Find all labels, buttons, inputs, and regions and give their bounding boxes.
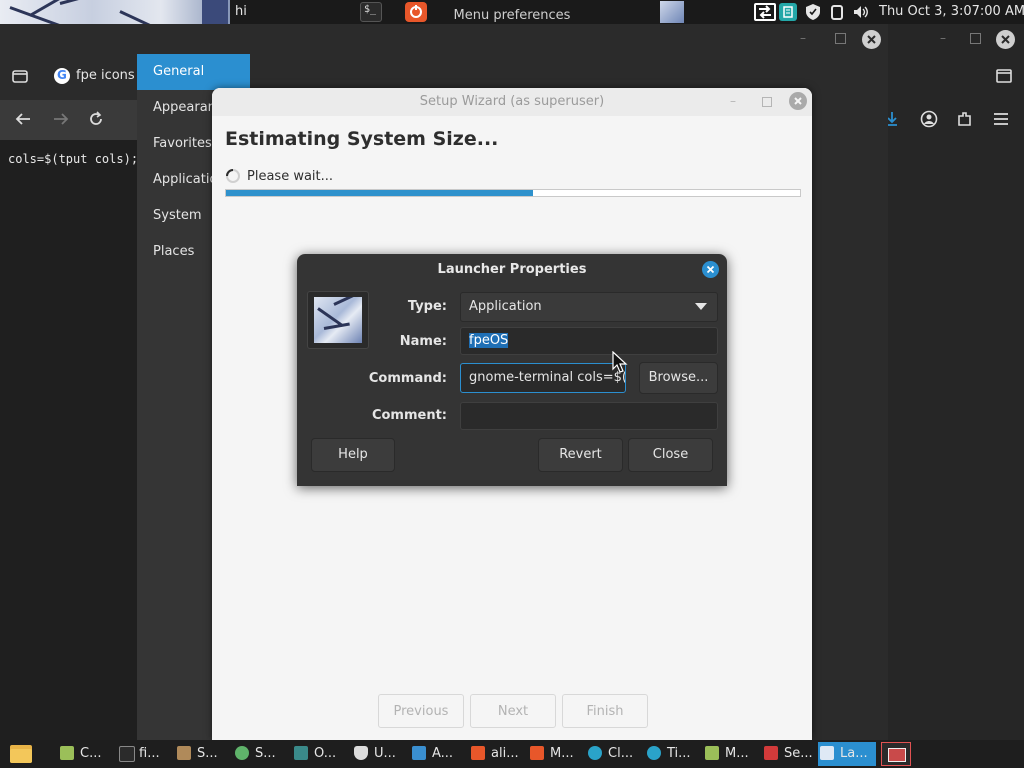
name-input[interactable]: fpeOS <box>460 327 718 355</box>
hamburger-menu-icon[interactable] <box>992 110 1010 128</box>
app-icon <box>705 746 719 760</box>
files-icon[interactable] <box>10 745 32 763</box>
menu-prefs-close-icon[interactable] <box>862 30 881 49</box>
command-value: gnome-terminal cols=$(t <box>469 370 626 385</box>
back-icon[interactable] <box>14 110 32 128</box>
reload-icon[interactable] <box>87 110 105 128</box>
previous-button[interactable]: Previous <box>378 694 464 728</box>
taskbar-item[interactable]: Ti... <box>645 742 697 766</box>
taskbar-item[interactable]: U... <box>352 742 402 766</box>
close-button[interactable]: Close <box>628 438 713 472</box>
menu-preferences-title: Menu preferences <box>453 8 571 23</box>
minimize-icon[interactable]: – <box>800 31 812 47</box>
app-icon <box>764 746 778 760</box>
help-button[interactable]: Help <box>311 438 395 472</box>
window-icon <box>820 746 834 760</box>
taskbar-item[interactable]: Se... <box>762 742 814 766</box>
terminal-area <box>0 140 137 740</box>
finish-button[interactable]: Finish <box>562 694 648 728</box>
comment-input[interactable] <box>460 402 718 430</box>
taskbar-item[interactable]: Cl... <box>586 742 638 766</box>
app-icon <box>235 746 249 760</box>
maximize-icon[interactable] <box>835 33 846 44</box>
taskbar: C... fi... S... S... O... U... A... ali.… <box>0 740 1024 768</box>
shield-icon <box>354 746 368 760</box>
name-label: Name: <box>399 334 447 349</box>
app-icon <box>412 746 426 760</box>
clock-icon <box>588 746 602 760</box>
taskbar-item[interactable]: O... <box>292 742 342 766</box>
tab-overview-icon[interactable] <box>12 68 28 84</box>
progress-fill <box>226 190 533 196</box>
background-window-edge <box>888 24 1024 740</box>
app-icon <box>471 746 485 760</box>
app-icon <box>294 746 308 760</box>
taskbar-item[interactable]: ali... <box>469 742 523 766</box>
timer-icon <box>647 746 661 760</box>
taskbar-item[interactable]: M... <box>528 742 580 766</box>
minimize-icon[interactable]: – <box>940 31 952 47</box>
taskbar-item[interactable]: fi... <box>117 742 167 766</box>
wizard-title: Setup Wizard (as superuser) <box>419 94 605 109</box>
taskbar-item-active[interactable]: La... <box>818 742 876 766</box>
command-input[interactable]: gnome-terminal cols=$(t <box>460 363 626 393</box>
terminal-text: cols=$(tput cols); <box>8 152 139 166</box>
next-button[interactable]: Next <box>470 694 556 728</box>
show-desktop-icon[interactable] <box>881 742 911 766</box>
sidebar-item-general[interactable]: General <box>137 54 250 90</box>
revert-button[interactable]: Revert <box>538 438 623 472</box>
browser-tab-label[interactable]: fpe icons - <box>76 68 144 83</box>
browser-close-icon[interactable] <box>996 30 1015 49</box>
app-icon <box>60 746 74 760</box>
maximize-icon[interactable] <box>970 33 981 44</box>
progress-bar <box>225 189 801 197</box>
wizard-status: Please wait... <box>247 169 334 184</box>
type-value: Application <box>469 299 542 314</box>
launcher-title: Launcher Properties <box>437 262 587 277</box>
app-icon <box>530 746 544 760</box>
terminal-icon <box>119 746 135 762</box>
command-label: Command: <box>368 371 447 386</box>
forward-icon[interactable] <box>52 110 70 128</box>
maximize-icon[interactable] <box>762 97 772 107</box>
type-label: Type: <box>407 299 447 314</box>
google-favicon-icon: G <box>54 68 70 84</box>
launcher-close-icon[interactable] <box>702 261 719 278</box>
app-icon <box>177 746 191 760</box>
taskbar-item[interactable]: S... <box>233 742 283 766</box>
wizard-heading: Estimating System Size... <box>225 128 499 150</box>
taskbar-item[interactable]: C... <box>58 742 108 766</box>
name-value: fpeOS <box>469 333 509 348</box>
extensions-icon[interactable] <box>956 110 974 128</box>
launcher-properties-dialog: Launcher Properties Type: Application Na… <box>297 254 727 486</box>
comment-label: Comment: <box>371 408 447 423</box>
taskbar-item[interactable]: A... <box>410 742 460 766</box>
taskbar-item[interactable]: M... <box>703 742 755 766</box>
wizard-close-icon[interactable] <box>789 92 807 110</box>
window-restore-icon[interactable] <box>996 68 1012 84</box>
account-icon[interactable] <box>920 110 938 128</box>
taskbar-item[interactable]: S... <box>175 742 225 766</box>
type-dropdown[interactable]: Application <box>460 292 718 322</box>
mouse-cursor-icon <box>611 351 631 375</box>
browse-button[interactable]: Browse... <box>639 362 718 394</box>
minimize-icon[interactable]: – <box>730 94 742 108</box>
spinner-icon <box>225 168 241 184</box>
